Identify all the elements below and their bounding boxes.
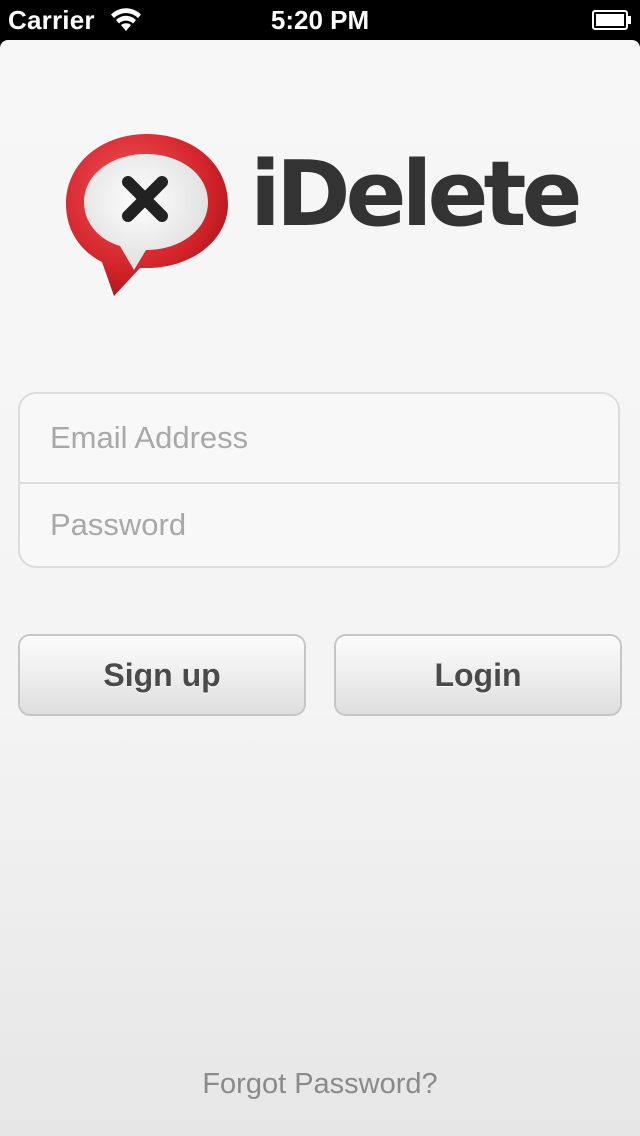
- clock-label: 5:20 PM: [270, 5, 370, 35]
- email-row: [20, 394, 618, 484]
- password-field[interactable]: [50, 482, 590, 566]
- password-row: [20, 482, 618, 566]
- login-button[interactable]: Login: [334, 634, 622, 716]
- login-screen: iDelete Sign up Login Forgot Password?: [0, 40, 640, 1136]
- email-field[interactable]: [50, 394, 590, 482]
- battery-icon: [592, 10, 631, 30]
- app-name: iDelete: [250, 142, 583, 247]
- forgot-password-link[interactable]: Forgot Password?: [0, 1068, 640, 1101]
- speech-bubble-x-icon: [66, 134, 228, 296]
- login-form: [18, 392, 620, 568]
- app-logo: iDelete: [62, 128, 583, 308]
- status-bar: Carrier 5:20 PM: [0, 0, 640, 40]
- signup-button[interactable]: Sign up: [18, 634, 306, 716]
